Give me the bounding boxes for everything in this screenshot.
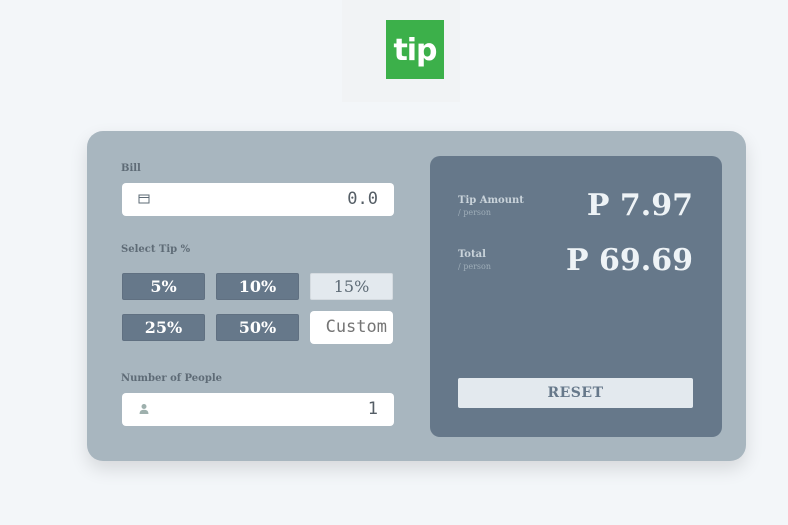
calculator-card: Bill Select Tip % 5% 10% 15% 25% 50% Num… xyxy=(87,131,746,461)
people-label: Number of People xyxy=(121,373,222,384)
tip-button-10[interactable]: 10% xyxy=(216,273,299,300)
app-logo: tip xyxy=(386,20,444,79)
tip-label: Select Tip % xyxy=(121,244,191,255)
total-sub: / person xyxy=(458,262,491,271)
total-label: Total xyxy=(458,249,486,260)
tip-amount-label: Tip Amount xyxy=(458,195,524,206)
bill-input[interactable] xyxy=(162,187,378,211)
reset-button[interactable]: RESET xyxy=(458,378,693,408)
custom-tip-input[interactable] xyxy=(316,316,387,338)
tip-button-5[interactable]: 5% xyxy=(122,273,205,300)
logo-text: tip xyxy=(393,33,437,68)
logo-area: tip xyxy=(342,0,460,102)
bill-field[interactable] xyxy=(122,183,394,216)
person-icon xyxy=(139,404,149,414)
custom-tip-field[interactable] xyxy=(310,311,393,344)
tip-button-25[interactable]: 25% xyxy=(122,314,205,341)
tip-amount-value: P 7.97 xyxy=(586,188,693,223)
bill-label: Bill xyxy=(121,163,141,174)
people-input[interactable] xyxy=(162,397,378,421)
bill-icon xyxy=(138,194,150,204)
total-value: P 69.69 xyxy=(566,243,693,278)
tip-button-15[interactable]: 15% xyxy=(310,273,393,300)
tip-amount-sub: / person xyxy=(458,208,491,217)
tip-button-50[interactable]: 50% xyxy=(216,314,299,341)
people-field[interactable] xyxy=(122,393,394,426)
results-panel: Tip Amount / person P 7.97 Total / perso… xyxy=(430,156,722,437)
